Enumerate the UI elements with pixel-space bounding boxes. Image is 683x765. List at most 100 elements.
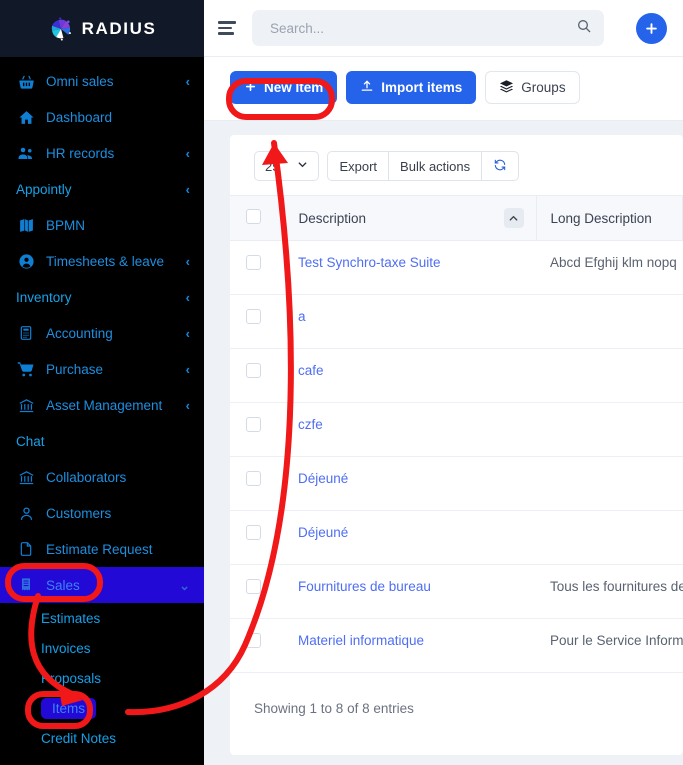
- chevron-left-icon[interactable]: ‹: [186, 147, 190, 160]
- sidebar-item-bpmn[interactable]: BPMN: [0, 207, 204, 243]
- search-box[interactable]: [252, 10, 604, 46]
- sidebar-item-timesheets-leave[interactable]: Timesheets & leave ‹: [0, 243, 204, 279]
- table-row[interactable]: Materiel informatique Pour le Service In…: [230, 618, 683, 673]
- table-button-group: Export Bulk actions: [327, 151, 520, 181]
- plus-icon: [244, 80, 257, 96]
- sidebar-item-hr-records[interactable]: HR records ‹: [0, 135, 204, 171]
- row-select-cell: [230, 294, 284, 349]
- row-select-cell: [230, 456, 284, 511]
- row-description[interactable]: Déjeuné: [284, 510, 536, 565]
- search-icon[interactable]: [576, 18, 592, 39]
- sidebar-item-appointly[interactable]: Appointly ‹: [0, 171, 204, 207]
- row-checkbox[interactable]: [246, 255, 261, 270]
- sidebar-subitem-invoices[interactable]: Invoices: [0, 633, 204, 663]
- row-checkbox[interactable]: [246, 525, 261, 540]
- bank-icon: [16, 467, 36, 487]
- layers-icon: [499, 79, 514, 97]
- row-long-description: [536, 348, 683, 403]
- sidebar-subitem-label: Credit Notes: [41, 730, 117, 746]
- column-header-long-description[interactable]: Long Description: [536, 195, 683, 241]
- row-description[interactable]: Test Synchro-taxe Suite: [284, 240, 536, 295]
- sidebar-item-label: Inventory: [16, 289, 72, 305]
- add-button[interactable]: [636, 12, 667, 44]
- column-header-description[interactable]: Description: [284, 195, 537, 241]
- main-area: New Item Import items Groups: [204, 0, 683, 765]
- table-head: Description Long Description: [230, 195, 683, 241]
- app-root: RADIUS Omni sales ‹ Dashboard HR records…: [0, 0, 683, 765]
- sidebar-item-asset-management[interactable]: Asset Management ‹: [0, 387, 204, 423]
- sidebar-item-sales[interactable]: Sales ⌄: [0, 567, 204, 603]
- chevron-left-icon[interactable]: ‹: [186, 327, 190, 340]
- chevron-down-icon: [297, 159, 308, 173]
- groups-button[interactable]: Groups: [485, 71, 580, 104]
- row-checkbox[interactable]: [246, 363, 261, 378]
- chevron-left-icon[interactable]: ‹: [186, 255, 190, 268]
- row-long-description: Tous les fournitures de: [536, 564, 683, 619]
- chevron-up-icon[interactable]: [503, 208, 524, 228]
- sidebar-item-label: HR records: [46, 145, 115, 161]
- page-size-select[interactable]: 25: [254, 151, 320, 181]
- sidebar-item-collaborators[interactable]: Collaborators: [0, 459, 204, 495]
- sidebar-item-label: Customers: [46, 505, 112, 521]
- sidebar-item-chat[interactable]: Chat: [0, 423, 204, 459]
- new-item-button[interactable]: New Item: [230, 71, 338, 104]
- search-input[interactable]: [268, 19, 576, 37]
- table-row[interactable]: cafe: [230, 348, 683, 403]
- sidebar-item-accounting[interactable]: Accounting ‹: [0, 315, 204, 351]
- row-description[interactable]: czfe: [284, 402, 536, 457]
- table-row[interactable]: Déjeuné: [230, 456, 683, 511]
- chevron-left-icon[interactable]: ‹: [186, 291, 190, 304]
- sidebar-subitem-credit-notes[interactable]: Credit Notes: [0, 723, 204, 753]
- row-checkbox[interactable]: [246, 417, 261, 432]
- chevron-left-icon[interactable]: ‹: [186, 183, 190, 196]
- hamburger-icon[interactable]: [218, 19, 240, 37]
- sidebar-subitem-proposals[interactable]: Proposals: [0, 663, 204, 693]
- sidebar-item-inventory[interactable]: Inventory ‹: [0, 279, 204, 315]
- row-description[interactable]: cafe: [284, 348, 536, 403]
- row-description[interactable]: a: [284, 294, 536, 349]
- home-icon: [16, 107, 36, 127]
- row-description[interactable]: Déjeuné: [284, 456, 536, 511]
- row-checkbox[interactable]: [246, 633, 261, 648]
- sidebar-subitem-estimates[interactable]: Estimates: [0, 603, 204, 633]
- sidebar-item-omni-sales[interactable]: Omni sales ‹: [0, 63, 204, 99]
- row-description[interactable]: Fournitures de bureau: [284, 564, 536, 619]
- sidebar-item-customers[interactable]: Customers: [0, 495, 204, 531]
- basket-icon: [16, 71, 36, 91]
- sidebar-item-dashboard[interactable]: Dashboard: [0, 99, 204, 135]
- bulk-actions-button[interactable]: Bulk actions: [388, 151, 483, 181]
- brand-logo[interactable]: RADIUS: [0, 0, 204, 57]
- row-checkbox[interactable]: [246, 471, 261, 486]
- sidebar-item-label: Purchase: [46, 361, 104, 377]
- sidebar-subitem-label: Items: [41, 697, 97, 719]
- sidebar-item-estimate-request[interactable]: Estimate Request: [0, 531, 204, 567]
- row-description[interactable]: Materiel informatique: [284, 618, 536, 673]
- sidebar-subitem-label: Invoices: [41, 640, 91, 656]
- select-all-checkbox[interactable]: [246, 209, 261, 224]
- row-long-description: [536, 510, 683, 565]
- import-items-button[interactable]: Import items: [346, 71, 477, 104]
- refresh-button[interactable]: [481, 151, 520, 181]
- table-row[interactable]: Fournitures de bureau Tous les fournitur…: [230, 564, 683, 619]
- sidebar-item-label: Collaborators: [46, 469, 127, 485]
- sidebar-item-purchase[interactable]: Purchase ‹: [0, 351, 204, 387]
- row-long-description: Pour le Service Informa: [536, 618, 683, 673]
- groups-label: Groups: [521, 80, 566, 95]
- row-select-cell: [230, 564, 284, 619]
- file-icon: [16, 539, 36, 559]
- table-row[interactable]: Déjeuné: [230, 510, 683, 565]
- export-label: Export: [339, 158, 378, 174]
- table-row[interactable]: a: [230, 294, 683, 349]
- chevron-down-icon[interactable]: ⌄: [179, 579, 190, 592]
- export-button[interactable]: Export: [327, 151, 390, 181]
- table-row[interactable]: czfe: [230, 402, 683, 457]
- chevron-left-icon[interactable]: ‹: [186, 363, 190, 376]
- row-select-cell: [230, 402, 284, 457]
- sidebar-subitem-items[interactable]: Items: [0, 693, 204, 723]
- table-row[interactable]: Test Synchro-taxe Suite Abcd Efghij klm …: [230, 240, 683, 295]
- chevron-left-icon[interactable]: ‹: [186, 399, 190, 412]
- sidebar-item-label: Timesheets & leave: [46, 253, 165, 269]
- row-checkbox[interactable]: [246, 579, 261, 594]
- chevron-left-icon[interactable]: ‹: [186, 75, 190, 88]
- row-checkbox[interactable]: [246, 309, 261, 324]
